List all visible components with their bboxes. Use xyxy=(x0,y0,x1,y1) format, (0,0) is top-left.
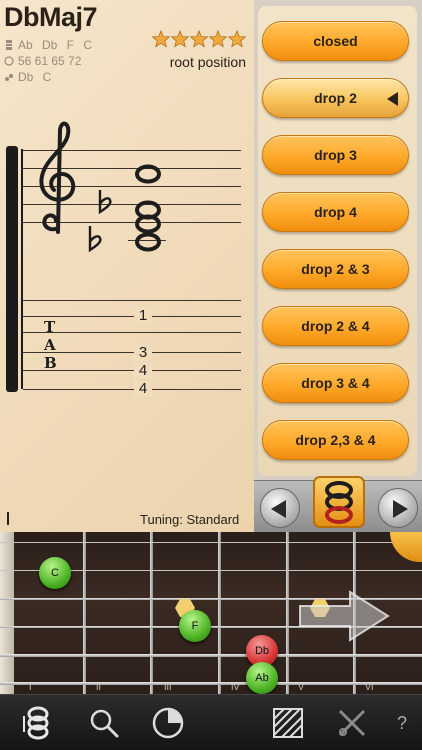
midi-row: 56 61 65 72 xyxy=(4,54,81,68)
voicing-label: drop 2 & 3 xyxy=(301,261,370,277)
fret-dot-label: C xyxy=(51,567,59,579)
chord-notes-icon xyxy=(23,706,49,740)
treble-clef-icon xyxy=(39,121,76,234)
voicing-label: drop 2 & 4 xyxy=(301,318,370,334)
star-icon xyxy=(171,30,189,48)
notes-row: Ab Db F C xyxy=(4,38,92,52)
voicing-button-drop-3[interactable]: drop 3 xyxy=(262,135,409,175)
search-icon xyxy=(90,709,119,738)
chord-stack-icon xyxy=(325,481,353,524)
voicing-button-drop-4[interactable]: drop 4 xyxy=(262,192,409,232)
fretboard-icon xyxy=(273,708,303,738)
chord-sheet: DbMaj7 Ab Db F C 56 61 65 72 Db C root p… xyxy=(0,0,254,532)
inversion-notes: Db C xyxy=(18,70,52,84)
rating-stars[interactable] xyxy=(152,30,246,48)
search-tab-button[interactable] xyxy=(84,703,124,743)
help-button[interactable]: ? xyxy=(382,703,422,743)
system-barline xyxy=(21,149,23,389)
voicing-label: closed xyxy=(313,33,358,49)
tab-fret-number: 4 xyxy=(134,363,152,379)
note-pair-icon xyxy=(5,74,13,81)
next-voicing-button[interactable] xyxy=(378,488,418,528)
voicing-label: drop 2,3 & 4 xyxy=(295,432,376,448)
tab-letter: B xyxy=(44,354,57,372)
fret-wire xyxy=(150,532,153,694)
tab-line xyxy=(23,316,241,317)
fret-dot-label: F xyxy=(191,620,199,632)
guitar-string xyxy=(0,682,422,685)
inversion-row: Db C xyxy=(4,70,51,84)
fret-dot[interactable]: Ab xyxy=(246,662,278,694)
voicing-label: drop 2 xyxy=(314,90,357,106)
playhead-marker xyxy=(7,512,9,525)
voicing-button-drop-2-4[interactable]: drop 2 & 4 xyxy=(262,306,409,346)
position-label: root position xyxy=(169,54,246,70)
notation-area: T A B 1 3 4 4 xyxy=(0,121,254,400)
voicing-button-drop-3-4[interactable]: drop 3 & 4 xyxy=(262,363,409,403)
previous-voicing-button[interactable] xyxy=(260,488,300,528)
fret-number: II xyxy=(96,682,102,692)
tools-icon xyxy=(338,709,366,737)
voicing-label: drop 3 xyxy=(314,147,357,163)
tab-line xyxy=(23,300,241,301)
settings-tab-button[interactable] xyxy=(332,703,372,743)
flat-icon xyxy=(88,226,102,253)
voicing-type-icon[interactable] xyxy=(313,476,365,528)
voicing-button-drop-2-3-4[interactable]: drop 2,3 & 4 xyxy=(262,420,409,460)
fret-number: VI xyxy=(365,682,374,692)
star-icon xyxy=(209,30,227,48)
fret-number: IV xyxy=(231,682,240,692)
tab-fret-number: 3 xyxy=(134,345,152,361)
star-icon xyxy=(228,30,246,48)
tab-line xyxy=(23,332,241,333)
fret-dot[interactable]: C xyxy=(39,557,71,589)
fret-wire xyxy=(218,532,221,694)
voicing-panel-inner xyxy=(258,6,417,476)
fretboard-tab-button[interactable] xyxy=(268,703,308,743)
midi-numbers: 56 61 65 72 xyxy=(18,54,82,68)
guitar-string xyxy=(0,542,422,543)
voicing-label: drop 3 & 4 xyxy=(301,375,370,391)
tab-letter: A xyxy=(44,336,56,354)
fret-number: V xyxy=(298,682,305,692)
fret-wire xyxy=(83,532,86,694)
chord-notes: Ab Db F C xyxy=(18,38,93,52)
notes-icon xyxy=(6,40,12,50)
tab-letter: T xyxy=(44,318,56,336)
voicing-label: drop 4 xyxy=(314,204,357,220)
scroll-right-arrow-icon[interactable] xyxy=(298,590,390,642)
guitar-string xyxy=(0,654,422,657)
voicing-button-drop-2-3[interactable]: drop 2 & 3 xyxy=(262,249,409,289)
selected-arrow-icon xyxy=(387,92,398,106)
midi-icon xyxy=(4,56,14,66)
help-icon: ? xyxy=(396,712,407,733)
nut xyxy=(0,532,14,694)
fret-dot[interactable]: F xyxy=(179,610,211,642)
voicing-button-closed[interactable]: closed xyxy=(262,21,409,61)
tuning-label[interactable]: Tuning: Standard xyxy=(140,512,239,527)
right-arrow-icon xyxy=(393,500,408,518)
history-tab-button[interactable] xyxy=(148,703,188,743)
chord-name: DbMaj7 xyxy=(4,2,98,32)
fret-dot-label: Db xyxy=(254,645,270,657)
bottom-toolbar: ? xyxy=(0,694,422,750)
system-bracket xyxy=(6,146,18,392)
chords-tab-button[interactable] xyxy=(18,703,58,743)
fret-dot-label: Ab xyxy=(255,672,269,684)
tab-line xyxy=(23,389,241,390)
tab-fret-number: 1 xyxy=(134,308,152,324)
fret-number: III xyxy=(164,682,172,692)
voicing-button-drop-2[interactable]: drop 2 xyxy=(262,78,409,118)
star-icon xyxy=(152,30,170,48)
pie-timer-icon xyxy=(152,707,184,739)
tab-fret-number: 4 xyxy=(134,381,152,397)
fret-wire xyxy=(286,532,289,694)
fret-number: I xyxy=(29,682,32,692)
flat-icon xyxy=(98,190,112,215)
chord-notes-icon xyxy=(135,164,161,252)
left-arrow-icon xyxy=(271,500,286,518)
star-icon xyxy=(190,30,208,48)
